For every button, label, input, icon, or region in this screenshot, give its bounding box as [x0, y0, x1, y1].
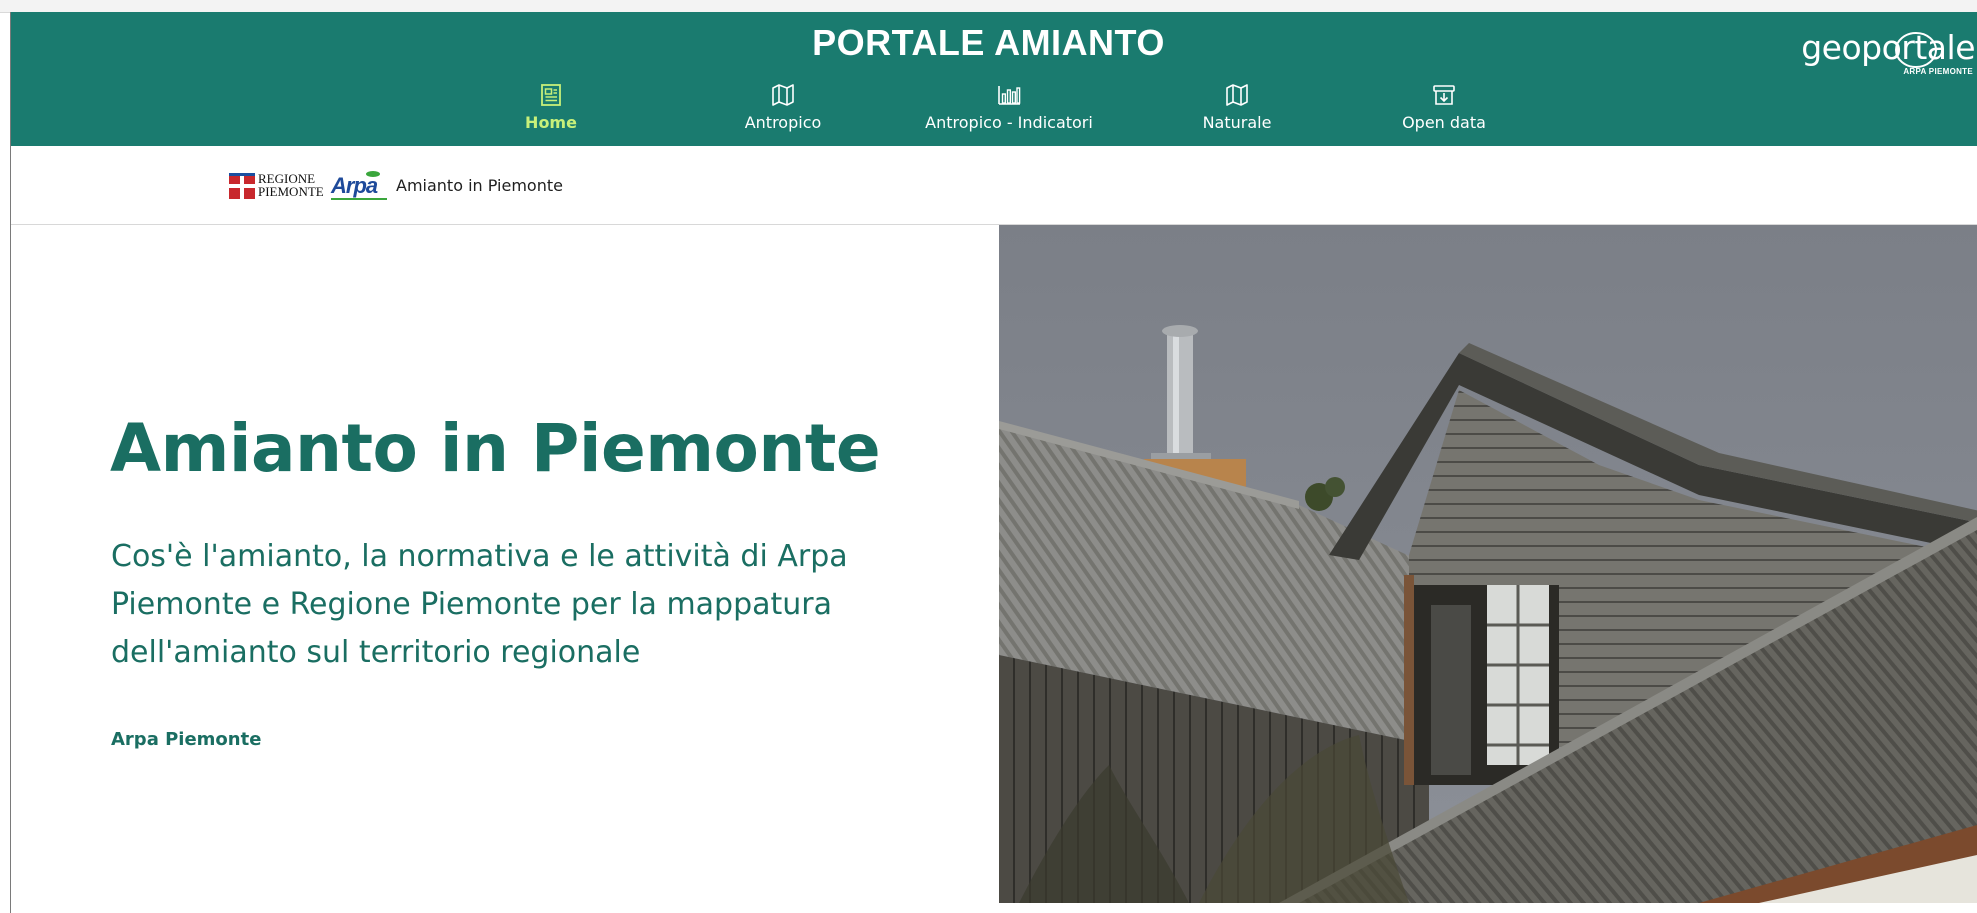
arpa-leaf-icon [366, 171, 380, 177]
regione-piemonte-logo[interactable]: REGIONE PIEMONTE [229, 172, 327, 200]
nav-label-antropico: Antropico [744, 113, 822, 132]
geoportale-logo-word: geoportale [1801, 28, 1975, 67]
subheader-title[interactable]: Amianto in Piemonte [396, 176, 563, 195]
geoportale-logo-sub: ARPA PIEMONTE [1903, 67, 1973, 76]
geoportale-logo[interactable]: geoportale ARPA PIEMONTE [1801, 28, 1977, 80]
map-icon [772, 84, 794, 106]
hero-description: Cos'è l'amianto, la normativa e le attiv… [111, 533, 901, 677]
regione-flag-icon [229, 173, 255, 199]
arpa-logo-underline [331, 198, 387, 200]
regione-logo-line2: PIEMONTE [258, 184, 324, 199]
map-icon [1226, 84, 1248, 106]
archive-download-icon [1433, 85, 1455, 105]
newspaper-icon [541, 84, 561, 106]
nav-item-open-data[interactable]: Open data [1389, 82, 1499, 146]
hero-author: Arpa Piemonte [111, 729, 262, 750]
arpa-logo[interactable]: Arpa [331, 170, 389, 202]
nav-label-antropico-indicatori: Antropico - Indicatori [925, 113, 1093, 132]
site-title: PORTALE AMIANTO [812, 22, 1165, 63]
nav-label-open-data: Open data [1402, 113, 1486, 132]
nav-label-naturale: Naturale [1202, 113, 1272, 132]
nav-item-antropico-indicatori[interactable]: Antropico - Indicatori [911, 82, 1107, 146]
nav-item-home[interactable]: Home [501, 82, 601, 146]
hero-text-panel: Amianto in Piemonte Cos'è l'amianto, la … [11, 225, 999, 913]
hero-title: Amianto in Piemonte [110, 410, 881, 487]
bar-chart-icon [998, 86, 1021, 105]
hero-description-line: Piemonte e Regione Piemonte per la mappa… [111, 587, 833, 622]
page: PORTALE AMIANTO geoportale ARPA PIEMONTE… [0, 0, 1977, 913]
hero-image [999, 225, 1977, 903]
site-header: PORTALE AMIANTO geoportale ARPA PIEMONTE… [11, 12, 1977, 146]
subheader: REGIONE PIEMONTE Arpa Amianto in Piemont… [11, 146, 1977, 225]
house-roof-photo [999, 225, 1977, 903]
nav-item-naturale[interactable]: Naturale [1187, 82, 1287, 146]
hero-description-line: Cos'è l'amianto, la normativa e le attiv… [111, 539, 848, 574]
nav-label-home: Home [525, 113, 577, 132]
hero-description-line: dell'amianto sul territorio regionale [111, 635, 641, 670]
main-nav: Home Antropico Antropico - Indicatori Na… [11, 82, 1977, 146]
geoportale-swoosh-icon [1895, 32, 1937, 68]
nav-item-antropico[interactable]: Antropico [723, 82, 843, 146]
